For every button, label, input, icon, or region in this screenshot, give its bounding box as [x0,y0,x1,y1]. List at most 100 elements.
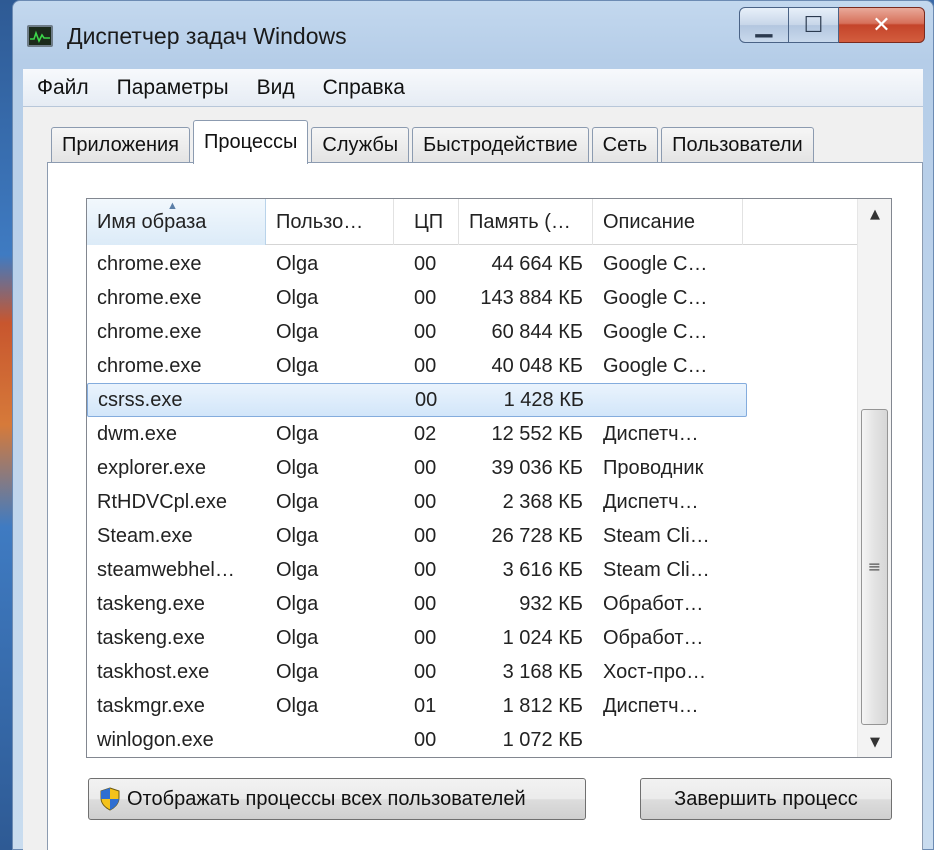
cell-name: chrome.exe [97,286,202,309]
scroll-thumb[interactable]: ≡ [861,409,888,725]
cell-cpu: 00 [414,558,437,581]
table-row[interactable]: taskeng.exe Olga 00 932 КБ Обработ… [87,587,857,621]
maximize-button[interactable]: ☐ [789,7,839,43]
menu-help[interactable]: Справка [309,76,419,100]
cell-memory: 60 844 КБ [491,320,583,343]
tab-network[interactable]: Сеть [591,127,659,163]
cell-cpu: 00 [414,252,437,275]
cell-description: Хост-про… [603,660,707,683]
cell-user: Olga [276,660,319,683]
cell-memory: 143 884 КБ [480,286,583,309]
cell-name: chrome.exe [97,252,202,275]
process-rows: chrome.exe Olga 00 44 664 КБ Google C… chrome… [87,247,857,757]
table-row[interactable]: chrome.exe Olga 00 44 664 КБ Google C… [87,247,857,281]
column-image-name[interactable]: ▲ Имя образа [87,199,266,245]
cell-user: Olga [276,490,319,513]
cell-description: Google C… [603,286,708,309]
cell-description: Google C… [603,320,708,343]
tab-performance[interactable]: Быстродействие [412,127,589,163]
column-cpu-label: ЦП [414,210,444,233]
table-row[interactable]: csrss.exe 00 1 428 КБ [87,383,747,417]
cell-description: Steam Cli… [603,558,710,581]
cell-user: Olga [276,456,319,479]
cell-name: chrome.exe [97,320,202,343]
table-row[interactable]: dwm.exe Olga 02 12 552 КБ Диспетч… [87,417,857,451]
cell-memory: 1 024 КБ [502,626,583,649]
close-button[interactable]: ✕ [839,7,925,43]
cell-memory: 40 048 КБ [491,354,583,377]
title-bar[interactable]: Диспетчер задач Windows ▁ ☐ ✕ [13,1,933,67]
table-row[interactable]: taskmgr.exe Olga 01 1 812 КБ Диспетч… [87,689,857,723]
column-description-label: Описание [603,210,696,233]
tab-applications[interactable]: Приложения [51,127,191,163]
processes-panel: ▲ Имя образа Пользо… ЦП Память (… Описан… [47,162,923,850]
cell-user: Olga [276,558,319,581]
cell-cpu: 00 [414,456,437,479]
window-title: Диспетчер задач Windows [67,23,347,49]
task-manager-window: Диспетчер задач Windows ▁ ☐ ✕ Файл Парам… [12,0,934,850]
scroll-up-icon[interactable]: ▲ [858,199,891,229]
cell-user: Olga [276,592,319,615]
minimize-icon: ▁ [755,12,773,38]
table-row[interactable]: steamwebhel… Olga 00 3 616 КБ Steam Cli… [87,553,857,587]
scroll-down-icon[interactable]: ▼ [858,727,891,757]
column-user-label: Пользо… [276,210,364,233]
minimize-button[interactable]: ▁ [739,7,789,43]
menu-bar: Файл Параметры Вид Справка [23,69,923,107]
cell-cpu: 00 [414,592,437,615]
table-row[interactable]: taskeng.exe Olga 00 1 024 КБ Обработ… [87,621,857,655]
table-row[interactable]: winlogon.exe 00 1 072 КБ [87,723,857,757]
task-manager-icon [27,25,53,47]
cell-cpu: 00 [415,388,438,411]
table-row[interactable]: RtHDVCpl.exe Olga 00 2 368 КБ Диспетч… [87,485,857,519]
cell-name: taskeng.exe [97,626,205,649]
cell-name: winlogon.exe [97,728,214,751]
cell-description: Обработ… [603,626,704,649]
column-memory[interactable]: Память (… [459,199,593,245]
vertical-scrollbar[interactable]: ▲ ≡ ▼ [857,199,891,757]
table-row[interactable]: chrome.exe Olga 00 60 844 КБ Google C… [87,315,857,349]
cell-name: csrss.exe [98,388,183,411]
cell-name: chrome.exe [97,354,202,377]
menu-file[interactable]: Файл [23,76,103,100]
menu-options[interactable]: Параметры [103,76,243,100]
column-user[interactable]: Пользо… [266,199,394,245]
cell-cpu: 00 [414,354,437,377]
column-description[interactable]: Описание [593,199,743,245]
cell-user: Olga [276,354,319,377]
column-memory-label: Память (… [469,210,571,233]
cell-name: RtHDVCpl.exe [97,490,228,513]
cell-memory: 1 812 КБ [502,694,583,717]
show-all-users-button[interactable]: Отображать процессы всех пользователей [88,778,586,820]
process-list[interactable]: ▲ Имя образа Пользо… ЦП Память (… Описан… [86,198,892,758]
table-row[interactable]: taskhost.exe Olga 00 3 168 КБ Хост-про… [87,655,857,689]
show-all-users-label: Отображать процессы всех пользователей [127,787,526,810]
cell-name: explorer.exe [97,456,206,479]
table-row[interactable]: chrome.exe Olga 00 40 048 КБ Google C… [87,349,857,383]
tab-users[interactable]: Пользователи [661,127,814,163]
cell-name: taskhost.exe [97,660,210,683]
table-row[interactable]: explorer.exe Olga 00 39 036 КБ Проводник [87,451,857,485]
tab-services[interactable]: Службы [311,127,410,163]
table-row[interactable]: chrome.exe Olga 00 143 884 КБ Google C… [87,281,857,315]
cell-cpu: 01 [414,694,437,717]
end-process-button[interactable]: Завершить процесс [640,778,892,820]
cell-memory: 26 728 КБ [491,524,583,547]
cell-name: taskmgr.exe [97,694,205,717]
cell-user: Olga [276,286,319,309]
cell-description: Обработ… [603,592,704,615]
cell-memory: 1 072 КБ [502,728,583,751]
tab-processes[interactable]: Процессы [193,120,309,164]
cell-name: dwm.exe [97,422,178,445]
cell-memory: 3 168 КБ [502,660,583,683]
cell-cpu: 02 [414,422,437,445]
cell-memory: 12 552 КБ [491,422,583,445]
cell-cpu: 00 [414,626,437,649]
cell-description: Steam Cli… [603,524,710,547]
menu-view[interactable]: Вид [243,76,309,100]
table-row[interactable]: Steam.exe Olga 00 26 728 КБ Steam Cli… [87,519,857,553]
cell-description: Google C… [603,252,708,275]
cell-memory: 2 368 КБ [502,490,583,513]
column-cpu[interactable]: ЦП [394,199,459,245]
tab-strip: Приложения Процессы Службы Быстродействи… [51,119,817,164]
